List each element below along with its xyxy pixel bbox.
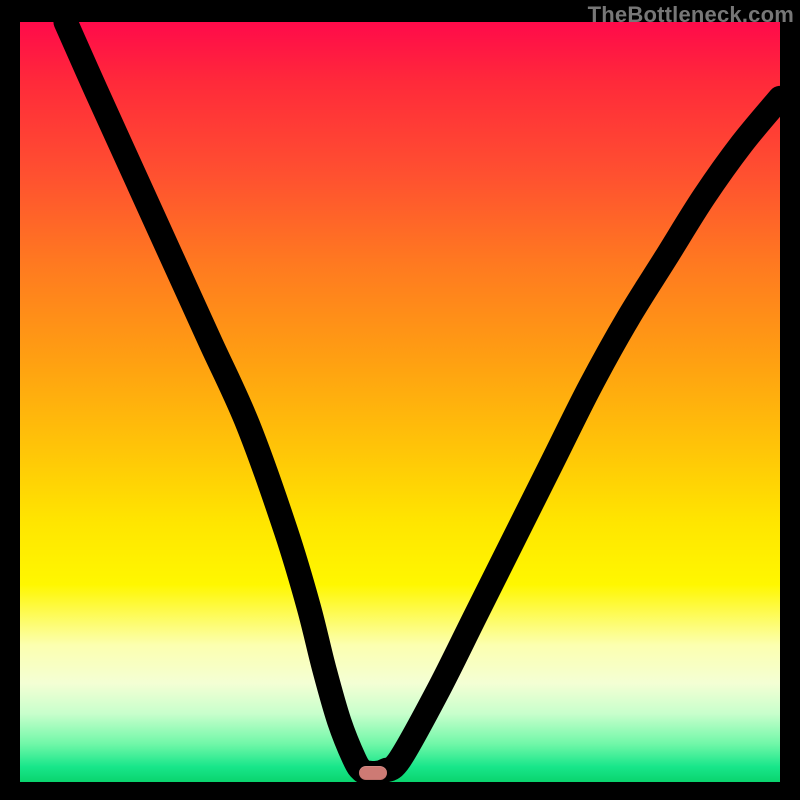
chart-frame: TheBottleneck.com xyxy=(0,0,800,800)
watermark-text: TheBottleneck.com xyxy=(588,2,794,28)
bottleneck-curve xyxy=(66,22,780,773)
minimum-marker xyxy=(359,766,387,780)
plot-area xyxy=(20,22,780,782)
curve-svg xyxy=(20,22,780,782)
